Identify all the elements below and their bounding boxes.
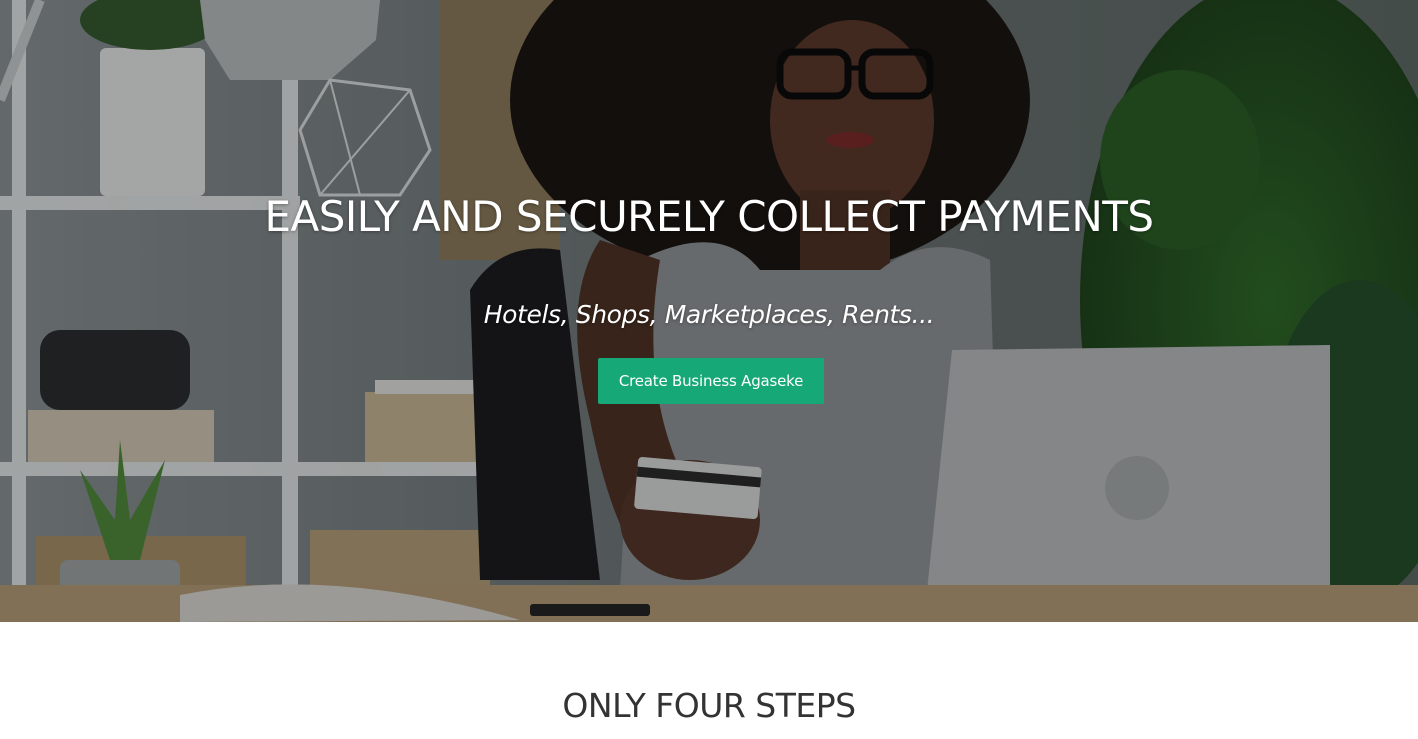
create-business-agaseke-button[interactable]: Create Business Agaseke <box>598 358 824 404</box>
hero-section: EASILY AND SECURELY COLLECT PAYMENTS Hot… <box>0 0 1418 622</box>
steps-section-title: ONLY FOUR STEPS <box>562 686 856 725</box>
hero-subtitle: Hotels, Shops, Marketplaces, Rents... <box>483 300 935 329</box>
hero-title: EASILY AND SECURELY COLLECT PAYMENTS <box>264 192 1154 241</box>
